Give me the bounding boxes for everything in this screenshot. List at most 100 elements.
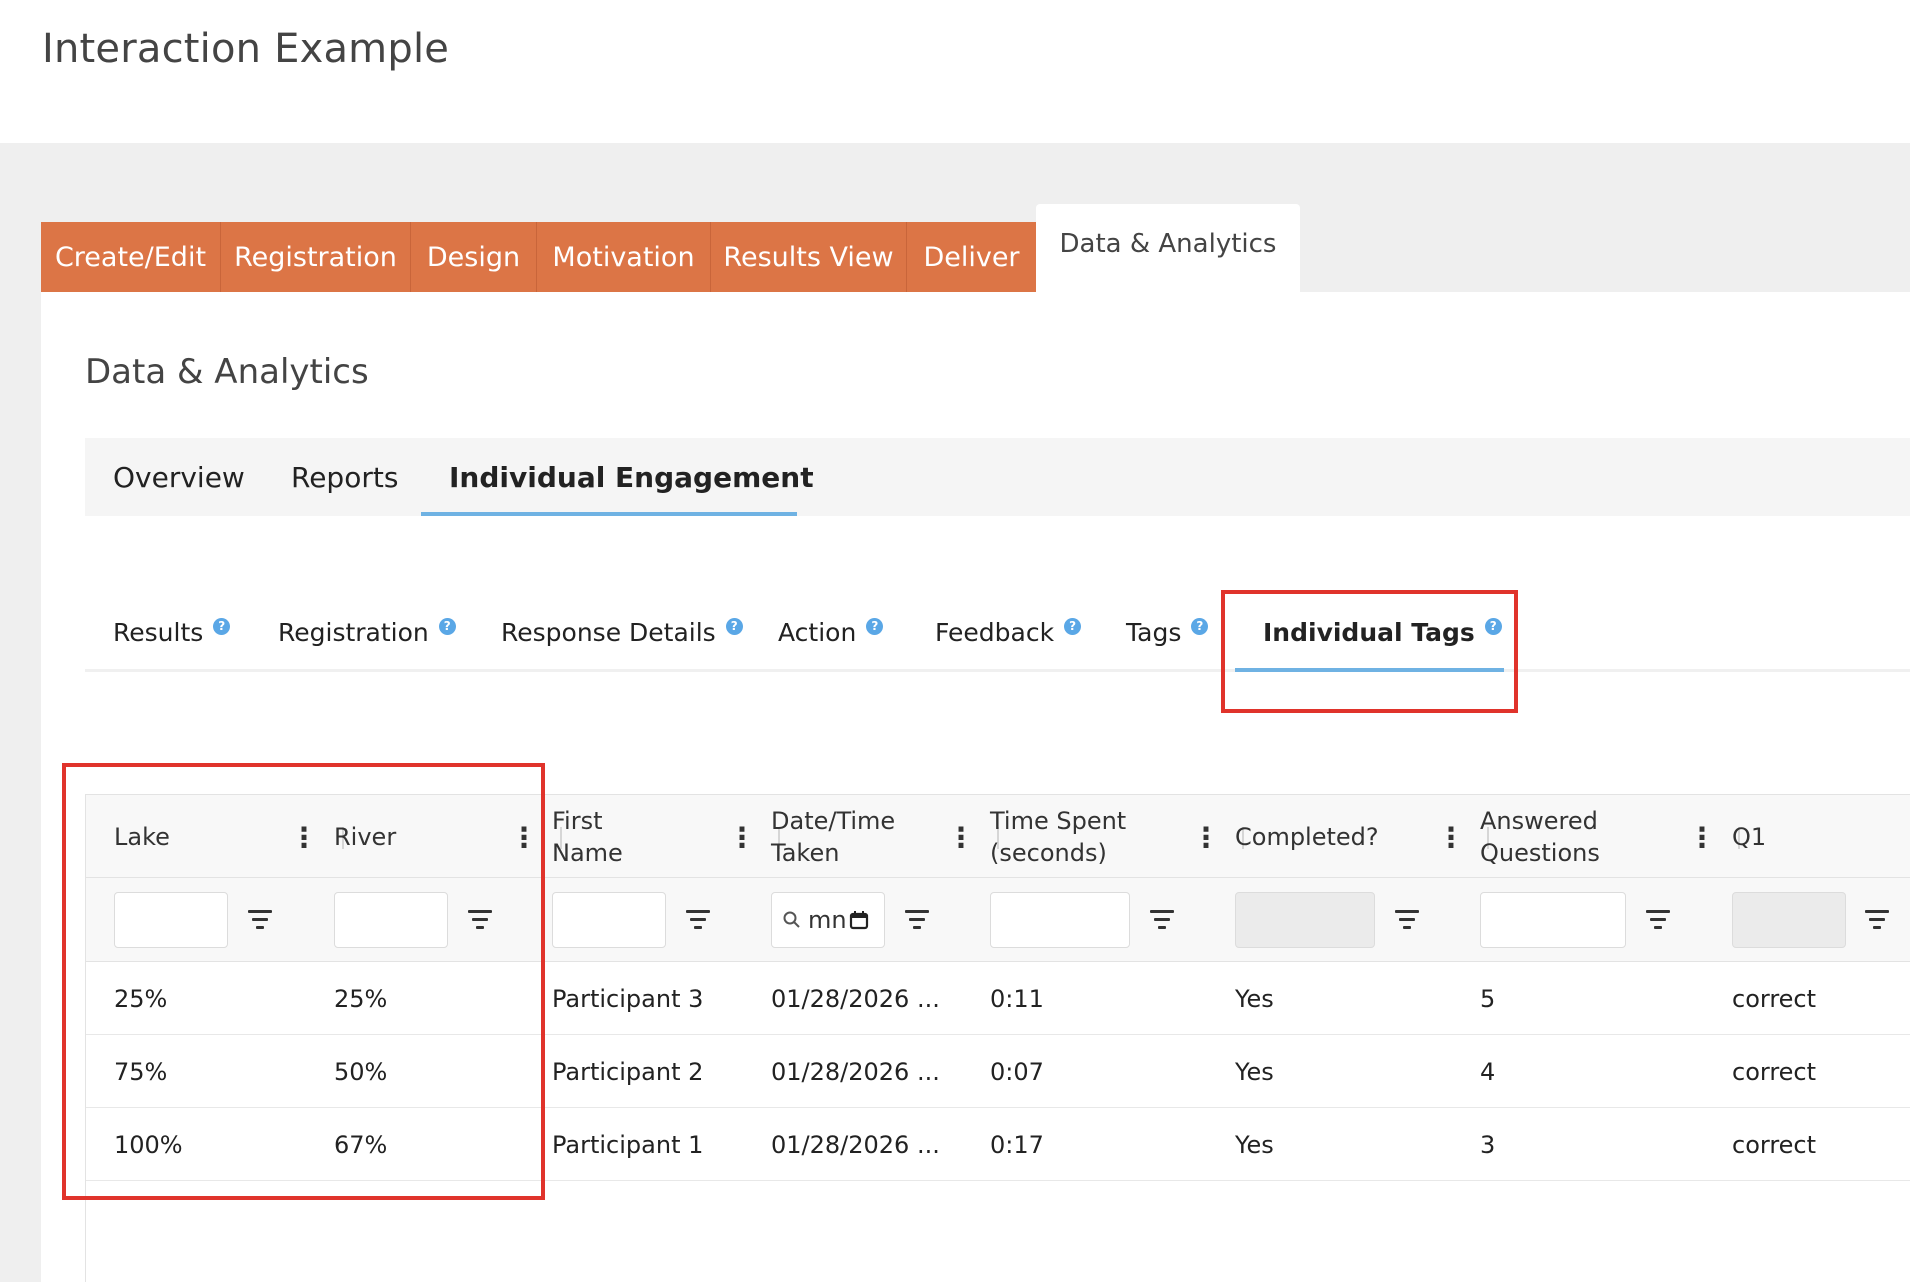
tab-registration[interactable]: Registration <box>221 222 411 292</box>
annotation-highlight-individual-tags <box>1221 590 1518 713</box>
cell-date-time: 01/28/2026 ... <box>771 1057 940 1086</box>
sub-tab-bar: Overview Reports Individual Engagement <box>85 438 1910 516</box>
cell-q1: correct <box>1732 1130 1817 1159</box>
date-filter-value: mn <box>808 906 847 934</box>
column-title: Questions <box>1480 839 1600 867</box>
filter-input-q1[interactable] <box>1732 892 1846 948</box>
filter-icon[interactable] <box>1149 906 1175 934</box>
column-title: First <box>552 806 603 835</box>
tab-deliver[interactable]: Deliver <box>907 222 1036 292</box>
page-title: Interaction Example <box>42 26 450 72</box>
data-tab-feedback[interactable]: Feedback? <box>935 592 1082 672</box>
filter-input-answered-questions[interactable] <box>1480 892 1626 948</box>
data-tab-label: Registration <box>278 617 429 647</box>
help-icon[interactable]: ? <box>1191 617 1209 635</box>
cell-date-time: 01/28/2026 ... <box>771 1130 940 1159</box>
help-icon[interactable]: ? <box>866 617 884 635</box>
column-header-completed[interactable]: Completed? <box>1235 795 1379 879</box>
tab-design[interactable]: Design <box>411 222 537 292</box>
sub-tab-reports[interactable]: Reports <box>291 438 398 516</box>
column-menu-icon[interactable]: ⋮ <box>1688 795 1716 879</box>
column-title: Time Spent <box>990 806 1127 835</box>
active-sub-tab-indicator <box>421 512 797 516</box>
cell-first-name: Participant 1 <box>552 1130 704 1159</box>
data-tab-label: Tags <box>1126 617 1182 647</box>
cell-time-spent: 0:07 <box>990 1057 1044 1086</box>
filter-input-time-spent[interactable] <box>990 892 1130 948</box>
annotation-highlight-tag-columns <box>62 763 545 1200</box>
cell-completed: Yes <box>1235 984 1274 1013</box>
search-icon <box>783 911 800 928</box>
sub-tab-label: Reports <box>291 460 399 494</box>
column-header-answered-questions[interactable]: Answered Questions <box>1480 795 1600 879</box>
data-tab-bar: Results? Registration? Response Details?… <box>85 592 1910 672</box>
data-tab-tags[interactable]: Tags? <box>1126 592 1209 672</box>
column-menu-icon[interactable]: ⋮ <box>1437 795 1465 879</box>
column-title: Completed? <box>1235 822 1379 851</box>
tab-motivation[interactable]: Motivation <box>537 222 711 292</box>
data-tab-response-details[interactable]: Response Details? <box>501 592 743 672</box>
section-title: Data & Analytics <box>85 352 369 392</box>
cell-first-name: Participant 2 <box>552 1057 704 1086</box>
cell-time-spent: 0:11 <box>990 984 1044 1013</box>
column-header-first-name[interactable]: First Name <box>552 795 623 879</box>
filter-input-completed[interactable] <box>1235 892 1375 948</box>
tab-results-view[interactable]: Results View <box>711 222 907 292</box>
data-tab-action[interactable]: Action? <box>778 592 884 672</box>
cell-q1: correct <box>1732 984 1817 1013</box>
tab-label: Results View <box>723 241 894 273</box>
help-icon[interactable]: ? <box>438 617 456 635</box>
filter-icon[interactable] <box>1645 906 1671 934</box>
top-tab-bar: Create/Edit Registration Design Motivati… <box>41 204 1910 292</box>
data-tab-registration[interactable]: Registration? <box>278 592 456 672</box>
tab-label: Registration <box>234 241 397 273</box>
column-title: Answered <box>1480 806 1598 835</box>
sub-tab-label: Overview <box>113 460 245 494</box>
main-panel: Data & Analytics Overview Reports Indivi… <box>41 292 1910 1282</box>
sub-tab-individual-engagement[interactable]: Individual Engagement <box>449 438 814 516</box>
column-menu-icon[interactable]: ⋮ <box>1900 795 1910 879</box>
tab-label: Data & Analytics <box>1059 229 1277 259</box>
data-tab-label: Response Details <box>501 617 716 647</box>
cell-answered-questions: 5 <box>1480 984 1496 1013</box>
column-header-time-spent[interactable]: Time Spent (seconds) <box>990 795 1126 879</box>
column-menu-icon[interactable]: ⋮ <box>947 795 975 879</box>
sub-tab-overview[interactable]: Overview <box>113 438 245 516</box>
column-menu-icon[interactable]: ⋮ <box>1192 795 1220 879</box>
data-tab-label: Action <box>778 617 857 647</box>
tab-label: Deliver <box>923 241 1020 273</box>
cell-first-name: Participant 3 <box>552 984 704 1013</box>
help-icon[interactable]: ? <box>1064 617 1082 635</box>
help-icon[interactable]: ? <box>213 617 231 635</box>
data-tab-label: Results <box>113 617 204 647</box>
data-tab-results[interactable]: Results? <box>113 592 231 672</box>
tab-label: Create/Edit <box>54 241 207 273</box>
data-tab-label: Feedback <box>935 617 1055 647</box>
column-title: Date/Time <box>771 806 896 835</box>
cell-completed: Yes <box>1235 1057 1274 1086</box>
filter-icon[interactable] <box>685 906 711 934</box>
help-icon[interactable]: ? <box>725 617 743 635</box>
filter-input-first-name[interactable] <box>552 892 666 948</box>
tab-create-edit[interactable]: Create/Edit <box>41 222 221 292</box>
column-menu-icon[interactable]: ⋮ <box>728 795 756 879</box>
filter-icon[interactable] <box>1864 906 1890 934</box>
cell-q1: correct <box>1732 1057 1817 1086</box>
column-header-date-time-taken[interactable]: Date/Time Taken <box>771 795 895 879</box>
cell-time-spent: 0:17 <box>990 1130 1044 1159</box>
sub-tab-label: Individual Engagement <box>449 460 814 494</box>
cell-answered-questions: 4 <box>1480 1057 1496 1086</box>
column-header-q1[interactable]: Q1 <box>1732 795 1766 879</box>
filter-icon[interactable] <box>904 906 930 934</box>
filter-input-date-time[interactable]: mn <box>771 892 885 948</box>
tab-label: Design <box>426 241 521 273</box>
filter-icon[interactable] <box>1394 906 1420 934</box>
tab-label: Motivation <box>552 241 695 273</box>
tab-data-analytics[interactable]: Data & Analytics <box>1036 204 1300 292</box>
cell-date-time: 01/28/2026 ... <box>771 984 940 1013</box>
cell-completed: Yes <box>1235 1130 1274 1159</box>
column-title: Name <box>552 839 623 867</box>
app-header: Interaction Example <box>0 0 1910 143</box>
cell-answered-questions: 3 <box>1480 1130 1496 1159</box>
calendar-icon[interactable] <box>849 910 869 930</box>
